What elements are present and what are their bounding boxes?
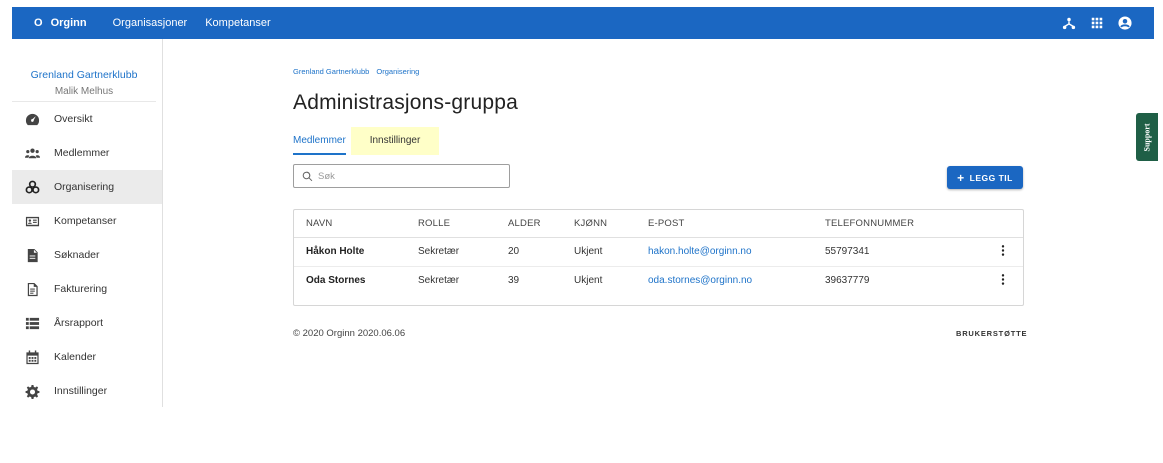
column-header-kjonn[interactable]: KJØNN xyxy=(562,210,636,238)
row-menu xyxy=(983,266,1023,295)
sidebar-item-medlemmer[interactable]: Medlemmer xyxy=(12,136,162,170)
cell-role: Sekretær xyxy=(418,275,460,287)
id-card-icon xyxy=(24,213,40,229)
footer-copyright: © 2020 Orginn 2020.06.06 xyxy=(293,328,406,339)
top-app-bar: O Orginn Organisasjoner Kompetanser xyxy=(12,7,1154,39)
sidebar-item-label: Medlemmer xyxy=(54,147,110,159)
list-icon xyxy=(24,315,40,331)
table-row[interactable]: Håkon Holte Sekretær 20 Ukjent hakon.hol… xyxy=(294,237,1023,267)
cell-phone: 39637779 xyxy=(825,275,870,287)
page-title: Administrasjons-gruppa xyxy=(293,91,519,114)
tab-bar: Medlemmer Innstillinger xyxy=(293,127,443,157)
group-icon xyxy=(24,145,40,161)
column-header-epost[interactable]: E-POST xyxy=(636,210,813,238)
dashboard-icon xyxy=(24,111,40,127)
sidebar-item-label: Oversikt xyxy=(54,113,93,125)
column-header-alder[interactable]: ALDER xyxy=(496,210,562,238)
cell-name: Håkon Holte xyxy=(294,237,406,267)
account-circle-icon[interactable] xyxy=(1118,16,1132,30)
column-header-telefonnummer[interactable]: TELEFONNUMMER xyxy=(813,210,983,238)
breadcrumb-item-org[interactable]: Grenland Gartnerklubb xyxy=(293,67,369,76)
sidebar: Grenland Gartnerklubb Malik Melhus Overs… xyxy=(12,39,163,407)
sidebar-item-label: Søknader xyxy=(54,249,100,261)
brand-mark: O xyxy=(34,17,43,29)
table-row[interactable]: Oda Stornes Sekretær 39 Ukjent oda.storn… xyxy=(294,266,1023,295)
search-field[interactable] xyxy=(293,164,510,188)
cell-name: Oda Stornes xyxy=(306,275,366,287)
nav-link-kompetanser[interactable]: Kompetanser xyxy=(205,17,270,29)
gear-icon xyxy=(24,383,40,399)
sidebar-item-label: Organisering xyxy=(54,181,115,193)
sidebar-item-label: Kalender xyxy=(54,351,97,363)
search-input[interactable] xyxy=(318,170,498,182)
invoice-icon xyxy=(24,281,40,297)
more-vert-icon[interactable] xyxy=(998,244,1008,257)
network-icon[interactable] xyxy=(1062,16,1076,30)
add-button-label: LEGG TIL xyxy=(969,172,1013,183)
app-frame: O Orginn Organisasjoner Kompetanser Gren… xyxy=(12,7,1154,407)
support-tab[interactable]: Support xyxy=(1136,113,1158,161)
calendar-icon xyxy=(24,349,40,365)
plus-icon: + xyxy=(957,170,965,185)
breadcrumb: Grenland Gartnerklubb Organisering xyxy=(293,67,424,76)
cell-email-link[interactable]: hakon.holte@orginn.no xyxy=(636,237,813,267)
document-icon xyxy=(24,247,40,263)
sidebar-item-soknader[interactable]: Søknader xyxy=(12,238,162,272)
add-member-button[interactable]: + LEGG TIL xyxy=(947,166,1023,189)
cell-age: 39 xyxy=(508,275,520,287)
search-icon xyxy=(302,171,313,181)
members-table: NAVN ROLLE ALDER KJØNN E-POST TELEFONNUM… xyxy=(293,209,1024,306)
more-vert-icon[interactable] xyxy=(998,273,1008,286)
breadcrumb-item-organisering[interactable]: Organisering xyxy=(376,67,419,76)
cell-gender: Ukjent xyxy=(574,275,603,287)
sidebar-item-innstillinger[interactable]: Innstillinger xyxy=(12,374,162,407)
sidebar-item-label: Årsrapport xyxy=(54,317,104,329)
sidebar-item-kalender[interactable]: Kalender xyxy=(12,340,162,374)
organization-icon xyxy=(24,179,40,195)
support-tab-label: Support xyxy=(1142,122,1152,152)
sidebar-item-oversikt[interactable]: Oversikt xyxy=(12,102,162,136)
cell-phone: 55797341 xyxy=(813,237,983,267)
user-name: Malik Melhus xyxy=(54,86,114,97)
org-name[interactable]: Grenland Gartnerklubb xyxy=(12,69,156,82)
column-header-navn[interactable]: NAVN xyxy=(294,210,406,238)
brand-name: Orginn xyxy=(50,17,87,29)
column-header-rolle[interactable]: ROLLE xyxy=(406,210,496,238)
sidebar-item-label: Kompetanser xyxy=(54,215,117,227)
sidebar-item-kompetanser[interactable]: Kompetanser xyxy=(12,204,162,238)
tab-innstillinger[interactable]: Innstillinger xyxy=(351,127,439,155)
column-header-actions xyxy=(983,210,1023,238)
sidebar-item-label: Fakturering xyxy=(54,283,108,295)
sidebar-item-fakturering[interactable]: Fakturering xyxy=(12,272,162,306)
cell-role: Sekretær xyxy=(406,237,496,267)
row-menu xyxy=(983,237,1023,267)
brand-logo[interactable]: O Orginn xyxy=(34,17,87,29)
sidebar-nav: Oversikt Medlemmer Organisering Kompetan… xyxy=(12,102,162,407)
table-header-row: NAVN ROLLE ALDER KJØNN E-POST TELEFONNUM… xyxy=(294,210,1023,238)
main-content: Grenland Gartnerklubb Organisering Admin… xyxy=(163,39,1154,407)
sidebar-item-label: Innstillinger xyxy=(54,385,108,397)
tab-medlemmer[interactable]: Medlemmer xyxy=(293,127,346,155)
sidebar-item-organisering[interactable]: Organisering xyxy=(12,170,162,204)
cell-gender: Ukjent xyxy=(562,237,636,267)
top-icons xyxy=(1062,7,1132,39)
org-header: Grenland Gartnerklubb Malik Melhus xyxy=(12,39,156,102)
cell-email-link[interactable]: oda.stornes@orginn.no xyxy=(636,266,813,295)
apps-grid-icon[interactable] xyxy=(1090,16,1104,30)
nav-link-organisasjoner[interactable]: Organisasjoner xyxy=(113,17,188,29)
footer-support-link[interactable]: BRUKERSTØTTE xyxy=(956,329,1027,338)
cell-age: 20 xyxy=(496,237,562,267)
sidebar-item-arsrapport[interactable]: Årsrapport xyxy=(12,306,162,340)
